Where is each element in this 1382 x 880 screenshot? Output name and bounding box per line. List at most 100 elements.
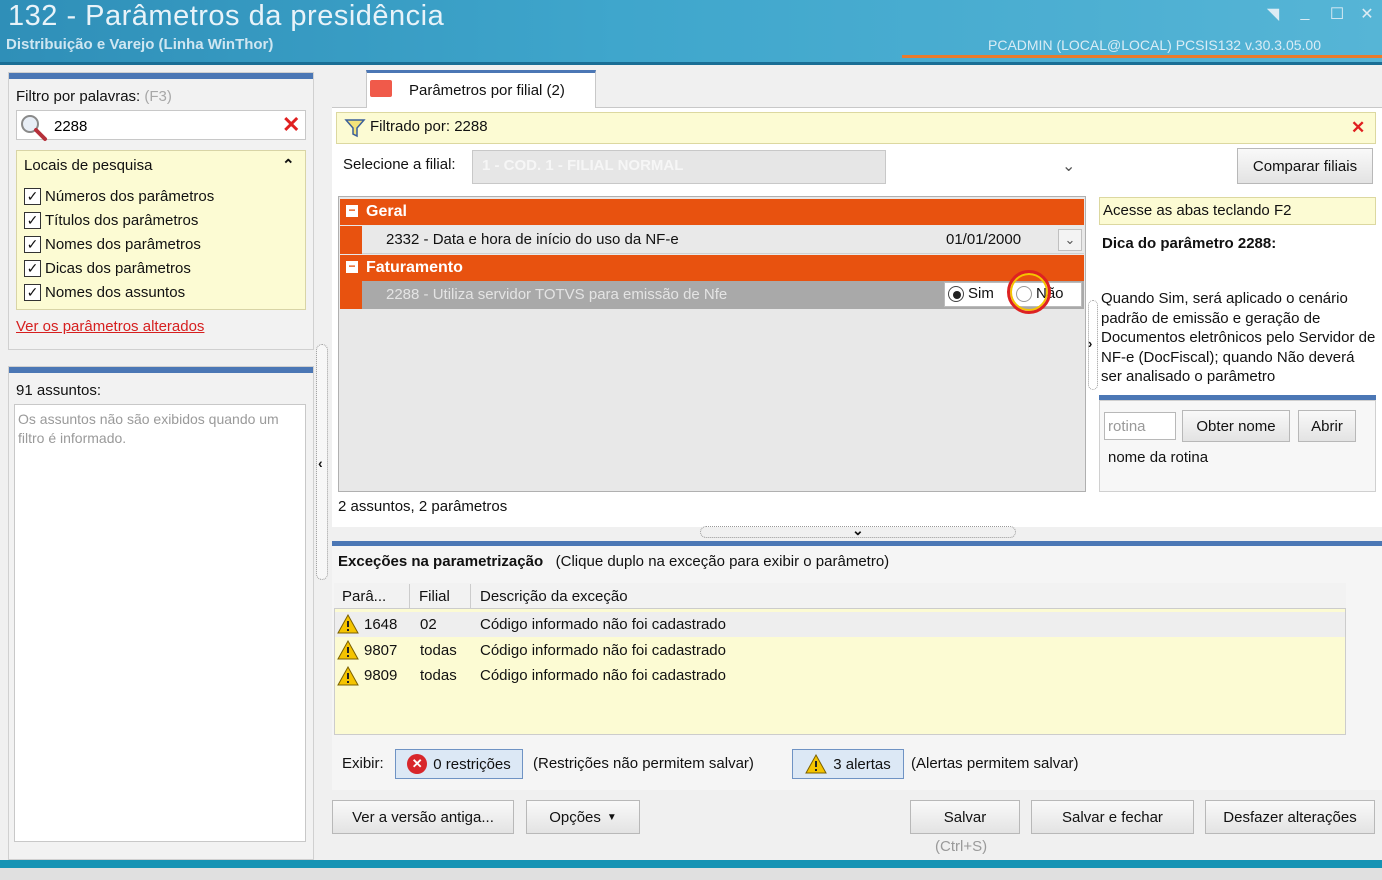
restrictions-button-label: 0 restrições [433,755,511,773]
checkbox-label: Números dos parâmetros [45,188,215,205]
parameter-label: 2288 - Utiliza servidor TOTVS para emiss… [386,286,728,303]
dropdown-caret-icon: ▼ [606,811,617,823]
checkbox-row[interactable]: ✓ Dicas dos parâmetros [24,260,191,277]
minimize-icon[interactable]: _ [1294,4,1316,22]
changed-parameters-link[interactable]: Ver os parâmetros alterados [16,318,204,335]
old-version-button[interactable]: Ver a versão antiga... [332,800,514,834]
save-button[interactable]: Salvar [910,800,1020,834]
filter-funnel-icon [344,119,366,138]
date-dropdown-icon[interactable]: ⌄ [1058,229,1082,251]
tip-body: Quando Sim, será aplicado o cenário padr… [1101,290,1376,385]
filter-label: Filtro por palavras: (F3) [16,88,172,105]
alerts-toggle-button[interactable]: 3 alertas [792,749,904,779]
checkbox-row[interactable]: ✓ Nomes dos assuntos [24,284,185,301]
restrictions-toggle-button[interactable]: ✕ 0 restrições [395,749,523,779]
collapse-group-icon[interactable]: − [346,204,358,217]
user-info: PCADMIN (LOCAL@LOCAL) PCSIS132 v.30.3.05… [988,37,1321,53]
checkbox-row[interactable]: ✓ Nomes dos parâmetros [24,236,201,253]
restrictions-description: (Restrições não permitem salvar) [533,755,754,772]
search-input[interactable] [54,115,264,137]
undo-changes-button[interactable]: Desfazer alterações [1205,800,1375,834]
parameter-date-value[interactable]: 01/01/2000 [946,231,1021,248]
exception-description: Código informado não foi cadastrado [480,667,726,684]
exception-param: 1648 [364,616,398,633]
warning-icon [337,614,359,634]
checkbox-parameter-titles[interactable]: ✓ [24,212,41,229]
radio-yes[interactable] [948,286,964,302]
column-header-description[interactable]: Descrição da exceção [480,588,628,605]
taskbar-strip [0,860,1382,880]
collapse-group-icon[interactable]: − [346,260,358,273]
filter-label-text: Filtro por palavras: [16,88,141,105]
options-button[interactable]: Opções ▼ [526,800,640,834]
exception-description: Código informado não foi cadastrado [480,616,726,633]
warning-icon [337,666,359,686]
checkbox-label: Títulos dos parâmetros [45,212,199,229]
group-header-geral[interactable]: − Geral [340,199,1084,225]
exceptions-title-text: Exceções na parametrização [338,553,544,570]
column-separator[interactable] [470,584,471,609]
tab-label: Parâmetros por filial (2) [409,82,565,99]
checkbox-row[interactable]: ✓ Números dos parâmetros [24,188,214,205]
checkbox-parameter-tips[interactable]: ✓ [24,260,41,277]
checkbox-label: Nomes dos assuntos [45,284,186,301]
chevron-down-icon[interactable]: ⌄ [852,522,864,539]
checkbox-label: Nomes dos parâmetros [45,236,201,253]
subjects-empty-message: Os assuntos não são exibidos quando um f… [18,411,279,446]
warning-icon [337,640,359,660]
alerts-button-label: 3 alertas [833,755,891,773]
column-header-param[interactable]: Parâ... [342,588,386,605]
get-name-button[interactable]: Obter nome [1182,410,1290,442]
exception-branch: 02 [420,616,437,633]
collapse-left-icon[interactable]: ‹ [318,455,323,471]
exceptions-title: Exceções na parametrização (Clique duplo… [338,553,889,570]
group-gutter [340,226,362,254]
click-highlight-ring [1007,270,1051,314]
save-and-close-button[interactable]: Salvar e fechar [1031,800,1194,834]
radio-yes-label[interactable]: Sim [968,285,994,302]
panel-accent-line [9,73,313,79]
show-label: Exibir: [342,755,384,772]
panel-accent-line [9,367,313,373]
alerts-description: (Alertas permitem salvar) [911,755,1079,772]
checkbox-parameter-numbers[interactable]: ✓ [24,188,41,205]
chevron-down-icon[interactable]: ⌄ [1062,156,1075,176]
group-label: Faturamento [366,259,463,276]
title-bar-border [0,62,1382,65]
checkbox-subject-names[interactable]: ✓ [24,284,41,301]
column-header-branch[interactable]: Filial [419,588,450,605]
exception-param: 9809 [364,667,398,684]
maximize-icon[interactable]: ☐ [1326,4,1348,23]
column-separator[interactable] [409,584,410,609]
close-icon[interactable]: ✕ [1356,4,1378,23]
clear-search-icon[interactable]: ✕ [282,112,300,138]
parameter-label: 2332 - Data e hora de início do uso da N… [386,231,679,248]
clear-filter-icon[interactable]: ✕ [1351,118,1365,138]
exception-description: Código informado não foi cadastrado [480,642,726,659]
user-info-underline [902,55,1382,58]
warning-icon [805,754,828,774]
subjects-list[interactable] [14,404,306,842]
filtered-by-text: Filtrado por: 2288 [370,118,488,135]
window-title: 132 - Parâmetros da presidência [8,0,445,32]
exception-branch: todas [420,667,457,684]
result-count: 2 assuntos, 2 parâmetros [338,498,508,515]
open-button[interactable]: Abrir [1298,410,1356,442]
exception-branch: todas [420,642,457,659]
routine-name-label: nome da rotina [1108,449,1209,466]
error-icon: ✕ [407,754,428,774]
routine-input[interactable] [1104,412,1176,440]
collapse-icon[interactable]: ⌃ [282,156,295,174]
search-icon [21,115,47,141]
radio-selected-dot [953,291,961,299]
folder-icon [370,80,392,97]
compare-branches-button[interactable]: Comparar filiais [1237,148,1373,184]
tip-bar-text: Acesse as abas teclando F2 [1103,202,1292,219]
checkbox-parameter-names[interactable]: ✓ [24,236,41,253]
search-locations-title: Locais de pesquisa [24,157,153,174]
checkbox-row[interactable]: ✓ Títulos dos parâmetros [24,212,198,229]
expand-right-icon[interactable]: › [1088,336,1092,351]
restore-icon[interactable]: ◥ [1262,4,1284,23]
group-header-faturamento[interactable]: − Faturamento [340,255,1084,281]
save-shortcut-hint: (Ctrl+S) [935,838,988,855]
